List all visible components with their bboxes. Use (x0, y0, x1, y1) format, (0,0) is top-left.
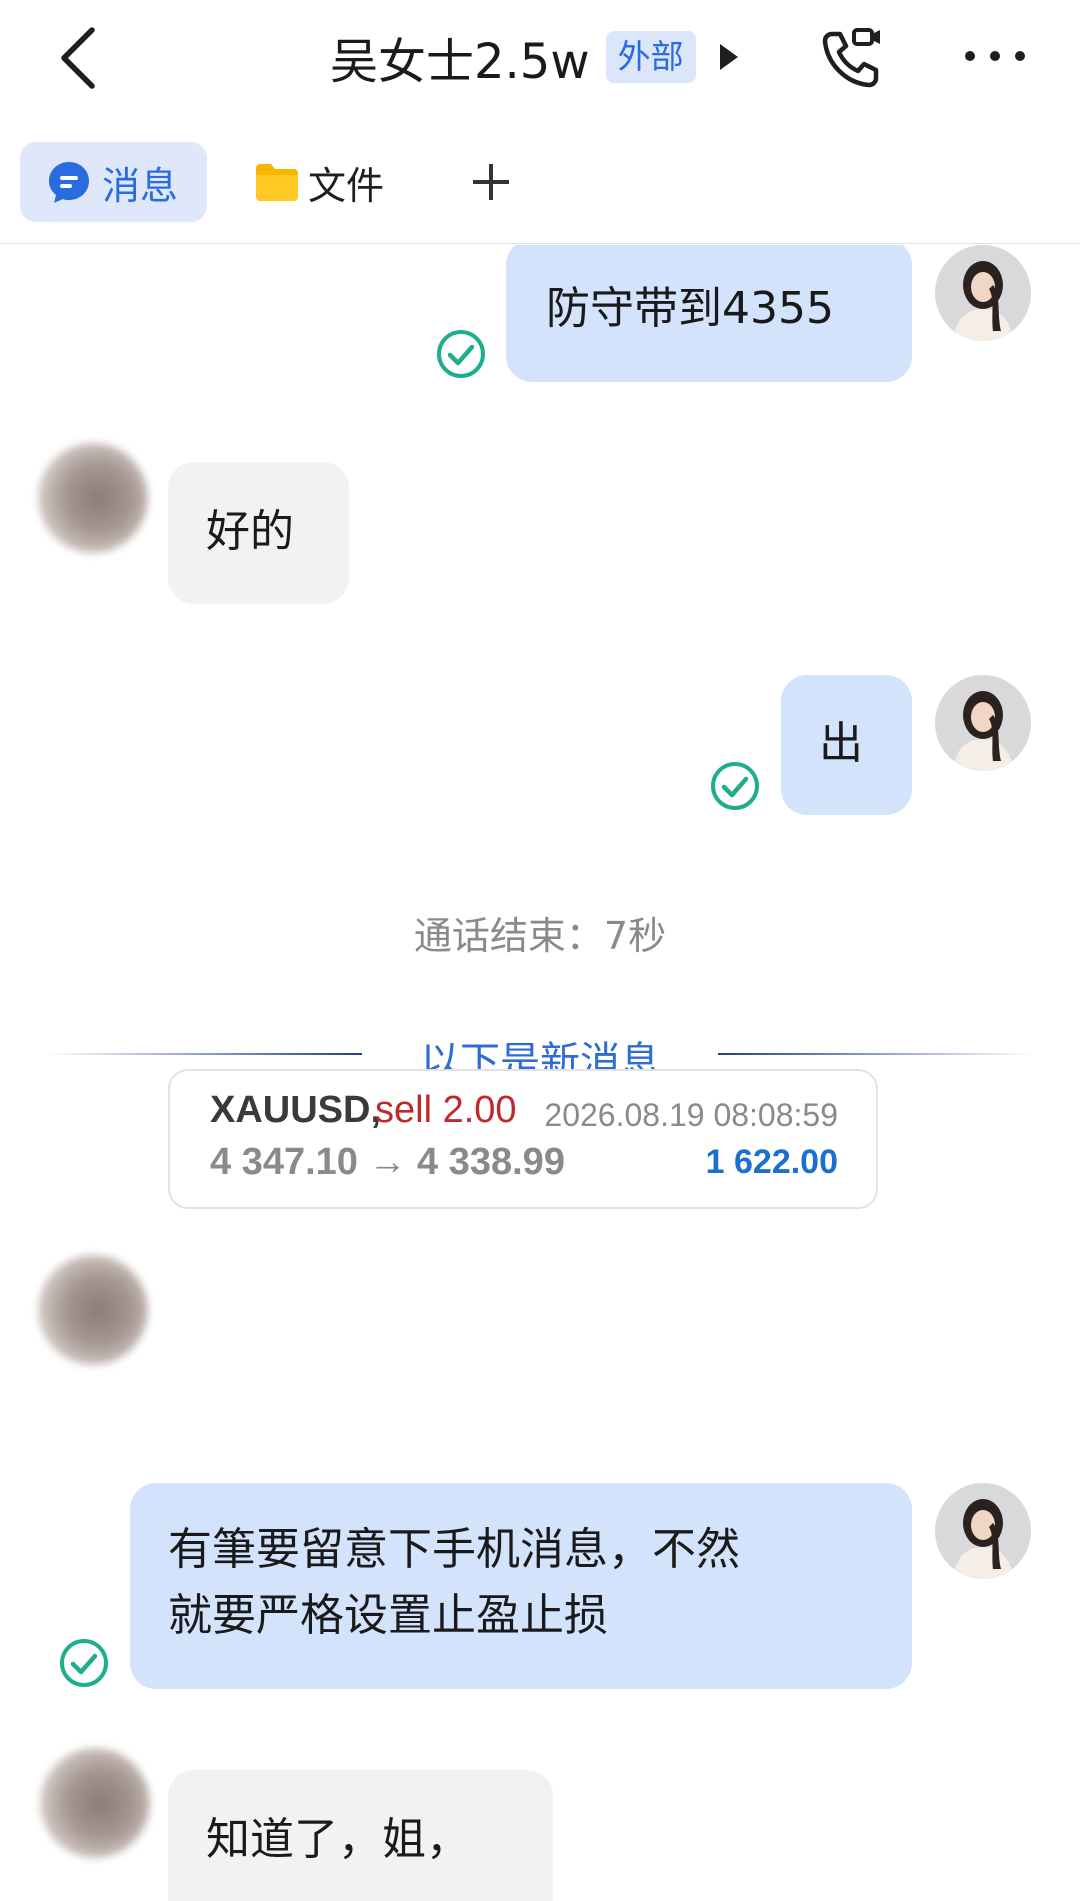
trade-card[interactable]: XAUUSD, sell 2.00 2026.08.19 08:08:59 4 … (168, 1069, 878, 1209)
message-text: 知道了，姐， (206, 1814, 470, 1865)
tab-bar: 消息 文件 (0, 140, 1080, 244)
message-bubble-outgoing[interactable]: 出 (781, 675, 912, 815)
read-check-icon (711, 762, 759, 810)
read-check-icon (60, 1639, 108, 1687)
external-badge: 外部 (605, 31, 696, 83)
tab-messages-label: 消息 (102, 163, 179, 208)
tab-messages[interactable]: 消息 (20, 142, 207, 222)
chat-title: 吴女士2.5w (330, 34, 590, 90)
chat-header: 吴女士2.5w 外部 (0, 0, 1080, 115)
read-check-icon (437, 330, 485, 378)
more-options-icon[interactable] (960, 34, 1030, 78)
avatar-portrait-icon (935, 245, 1031, 341)
message-text-line1: 有筆要留意下手机消息，不然 (168, 1524, 740, 1575)
message-bubble-outgoing[interactable]: 防守带到4355 (506, 245, 912, 382)
tab-files[interactable]: 文件 (254, 142, 384, 222)
contact-avatar[interactable] (38, 443, 148, 553)
my-avatar[interactable] (935, 245, 1031, 341)
folder-icon (256, 164, 298, 201)
trade-symbol: XAUUSD, (210, 1089, 382, 1131)
chat-bubble-icon (49, 162, 89, 203)
message-text: 出 (819, 718, 863, 769)
trade-datetime: 2026.08.19 08:08:59 (544, 1097, 838, 1133)
tab-files-label: 文件 (308, 163, 385, 208)
avatar-portrait-icon (935, 1483, 1031, 1579)
my-avatar[interactable] (935, 675, 1031, 771)
contact-avatar[interactable] (40, 1748, 150, 1858)
chat-title-area[interactable]: 吴女士2.5w 外部 (330, 26, 740, 90)
play-triangle-icon (719, 44, 738, 70)
trade-prices: 4 347.10 → 4 338.99 (210, 1141, 565, 1183)
back-chevron-icon[interactable] (50, 22, 110, 94)
divider-line-right (718, 1053, 1036, 1055)
trade-profit: 1 622.00 (705, 1143, 838, 1181)
message-bubble-outgoing[interactable]: 有筆要留意下手机消息，不然 就要严格设置止盈止损 (130, 1483, 912, 1689)
contact-avatar[interactable] (38, 1255, 148, 1365)
call-ended-notice: 通话结束：7秒 (413, 914, 667, 958)
avatar-portrait-icon (935, 675, 1031, 771)
message-list[interactable]: 防守带到4355 好的 出 通话结束：7秒 以下是新消息 14:32 XAUUS… (0, 245, 1080, 1901)
message-text: 好的 (206, 506, 294, 557)
plus-icon (473, 164, 509, 200)
message-text: 防守带到4355 (546, 283, 834, 334)
message-text-line2: 就要严格设置止盈止损 (168, 1590, 608, 1641)
add-tab-button[interactable] (466, 142, 516, 222)
my-avatar[interactable] (935, 1483, 1031, 1579)
message-bubble-incoming[interactable]: 知道了，姐， (168, 1770, 553, 1901)
trade-side: sell 2.00 (375, 1089, 517, 1131)
phone-video-call-icon[interactable] (818, 24, 886, 92)
message-bubble-incoming[interactable]: 好的 (168, 462, 349, 604)
